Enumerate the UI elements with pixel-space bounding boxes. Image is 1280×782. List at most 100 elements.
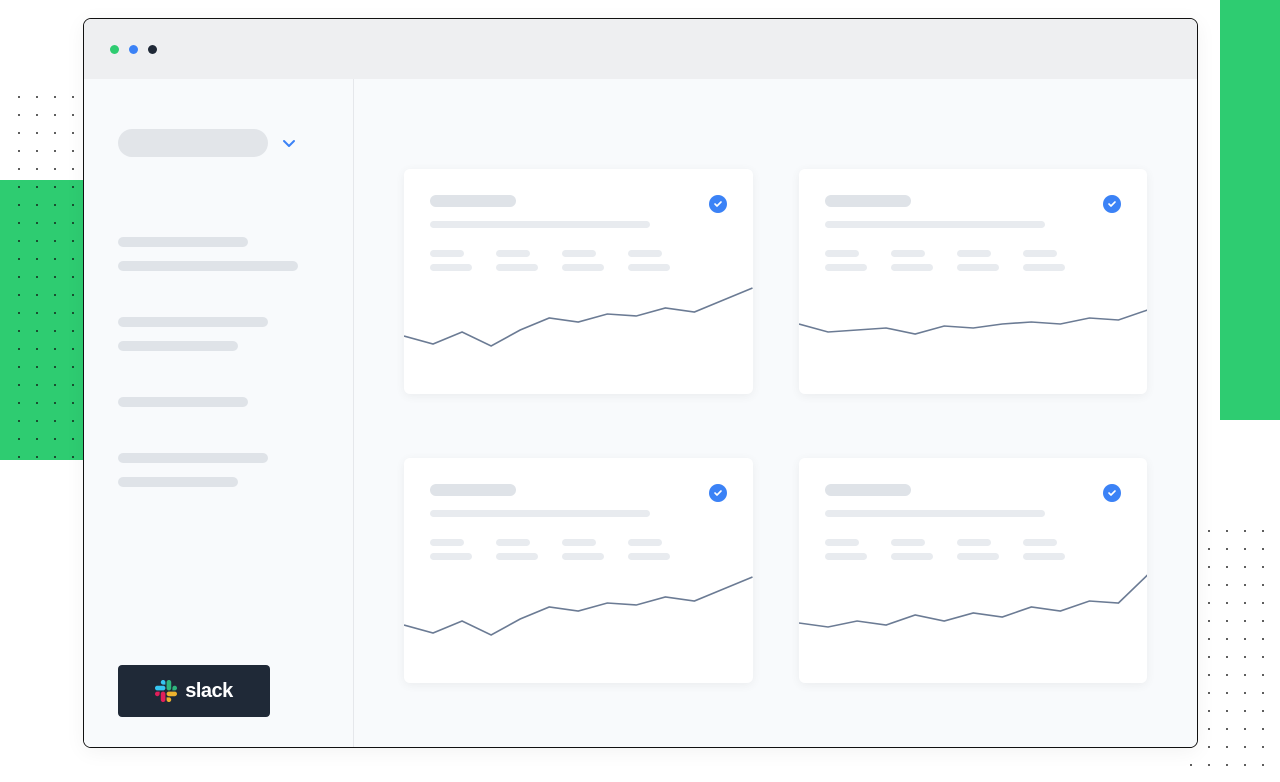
decorative-pattern-left	[10, 88, 90, 458]
stat-item	[891, 539, 933, 560]
stat-label-placeholder	[430, 250, 464, 257]
stat-label-placeholder	[430, 539, 464, 546]
browser-window: slack	[83, 18, 1198, 748]
sidebar-item[interactable]	[118, 237, 248, 247]
sidebar-group	[118, 237, 319, 271]
card-header	[825, 195, 1122, 213]
window-dot-green	[110, 45, 119, 54]
stat-item	[496, 539, 538, 560]
stat-label-placeholder	[957, 539, 991, 546]
card-stats	[430, 539, 727, 560]
stat-label-placeholder	[891, 250, 925, 257]
window-dot-blue	[129, 45, 138, 54]
stat-value-placeholder	[1023, 264, 1065, 271]
stat-value-placeholder	[562, 553, 604, 560]
stat-item	[825, 250, 867, 271]
stat-item	[562, 250, 604, 271]
sidebar-item[interactable]	[118, 317, 268, 327]
stat-item	[1023, 539, 1065, 560]
sidebar: slack	[84, 79, 354, 747]
card-stats	[825, 539, 1122, 560]
dashboard-card[interactable]	[799, 169, 1148, 394]
stat-value-placeholder	[628, 264, 670, 271]
slack-button[interactable]: slack	[118, 665, 270, 717]
card-header	[430, 195, 727, 213]
sparkline-chart	[404, 274, 753, 394]
stat-value-placeholder	[430, 264, 472, 271]
stat-label-placeholder	[825, 539, 859, 546]
card-subtitle-placeholder	[825, 510, 1045, 517]
stat-item	[430, 539, 472, 560]
card-header	[825, 484, 1122, 502]
dashboard-card[interactable]	[404, 169, 753, 394]
dashboard-card[interactable]	[799, 458, 1148, 683]
window-dot-dark	[148, 45, 157, 54]
workspace-dropdown[interactable]	[118, 129, 319, 157]
stat-value-placeholder	[891, 264, 933, 271]
decorative-green-right	[1220, 0, 1280, 420]
slack-button-label: slack	[185, 680, 233, 703]
stat-item	[1023, 250, 1065, 271]
stat-label-placeholder	[891, 539, 925, 546]
card-subtitle-placeholder	[825, 221, 1045, 228]
stat-label-placeholder	[628, 539, 662, 546]
stat-item	[957, 250, 999, 271]
dashboard-card[interactable]	[404, 458, 753, 683]
sidebar-group	[118, 397, 319, 407]
stat-label-placeholder	[957, 250, 991, 257]
check-icon	[1103, 484, 1121, 502]
sidebar-item[interactable]	[118, 453, 268, 463]
stat-item	[496, 250, 538, 271]
sidebar-item[interactable]	[118, 341, 238, 351]
stat-value-placeholder	[496, 553, 538, 560]
sparkline-chart	[799, 274, 1148, 394]
stat-label-placeholder	[496, 250, 530, 257]
stat-label-placeholder	[825, 250, 859, 257]
sidebar-group	[118, 453, 319, 487]
card-subtitle-placeholder	[430, 221, 650, 228]
card-subtitle-placeholder	[430, 510, 650, 517]
stat-item	[430, 250, 472, 271]
card-title-placeholder	[825, 195, 911, 207]
stat-item	[628, 539, 670, 560]
sparkline-chart	[799, 563, 1148, 683]
stat-label-placeholder	[1023, 539, 1057, 546]
main-grid	[354, 79, 1197, 747]
stat-value-placeholder	[957, 264, 999, 271]
stat-item	[891, 250, 933, 271]
card-header	[430, 484, 727, 502]
check-icon	[709, 484, 727, 502]
sidebar-item[interactable]	[118, 397, 248, 407]
sidebar-group	[118, 317, 319, 351]
stat-value-placeholder	[430, 553, 472, 560]
stat-value-placeholder	[496, 264, 538, 271]
stat-label-placeholder	[496, 539, 530, 546]
sidebar-item[interactable]	[118, 261, 298, 271]
stat-item	[957, 539, 999, 560]
stat-value-placeholder	[825, 553, 867, 560]
titlebar	[84, 19, 1197, 79]
stat-value-placeholder	[1023, 553, 1065, 560]
card-title-placeholder	[430, 195, 516, 207]
sparkline-chart	[404, 563, 753, 683]
card-stats	[430, 250, 727, 271]
stat-value-placeholder	[628, 553, 670, 560]
stat-label-placeholder	[562, 250, 596, 257]
card-title-placeholder	[825, 484, 911, 496]
stat-label-placeholder	[1023, 250, 1057, 257]
card-title-placeholder	[430, 484, 516, 496]
stat-label-placeholder	[628, 250, 662, 257]
card-stats	[825, 250, 1122, 271]
stat-value-placeholder	[562, 264, 604, 271]
stat-item	[825, 539, 867, 560]
stat-item	[562, 539, 604, 560]
stat-value-placeholder	[957, 553, 999, 560]
content-area: slack	[84, 79, 1197, 747]
sidebar-item[interactable]	[118, 477, 238, 487]
stat-value-placeholder	[891, 553, 933, 560]
check-icon	[1103, 195, 1121, 213]
chevron-down-icon	[282, 136, 296, 150]
slack-icon	[155, 680, 177, 702]
check-icon	[709, 195, 727, 213]
stat-value-placeholder	[825, 264, 867, 271]
